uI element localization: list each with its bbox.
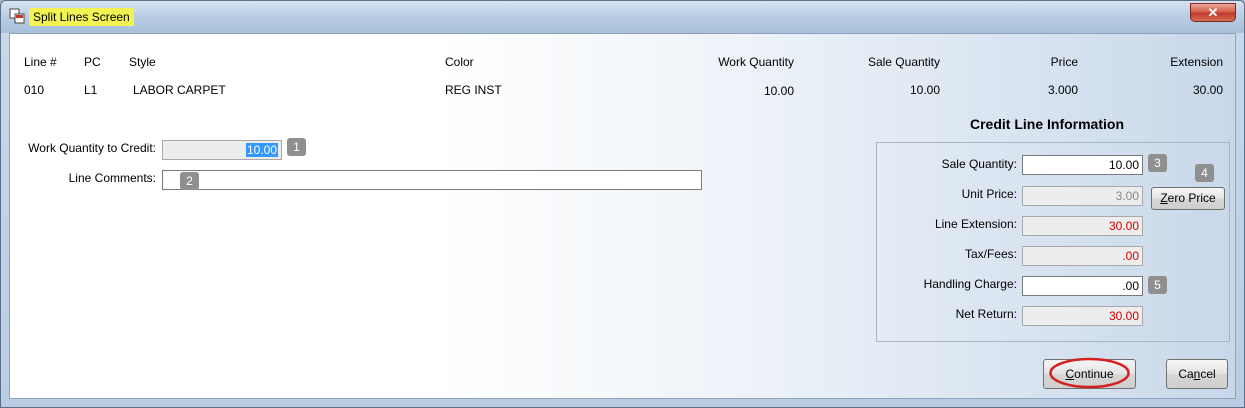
cancel-button[interactable]: Cancel: [1166, 359, 1228, 389]
sale-quantity-badge: 3: [1148, 154, 1167, 172]
header-pc: PC: [84, 55, 101, 69]
line-extension-field: 30.00: [1022, 216, 1143, 236]
header-extension: Extension: [1170, 55, 1223, 69]
row-sale-quantity: 10.00: [909, 83, 940, 97]
line-comments-badge: 2: [180, 172, 199, 190]
net-return-field: 30.00: [1022, 306, 1143, 326]
row-extension: 30.00: [1192, 83, 1223, 97]
title-bar: Split Lines Screen ✕: [1, 1, 1244, 33]
unit-price-field: 3.00: [1022, 186, 1143, 206]
sale-quantity-label: Sale Quantity:: [941, 157, 1017, 171]
zero-price-badge: 4: [1195, 164, 1214, 182]
row-work-quantity: 10.00: [763, 84, 794, 98]
zero-price-mnemonic: Z: [1160, 191, 1168, 205]
split-lines-window: Split Lines Screen ✕ Line # PC Style Col…: [0, 0, 1245, 408]
close-button[interactable]: ✕: [1190, 3, 1236, 22]
header-sale-quantity: Sale Quantity: [867, 55, 940, 69]
close-icon: ✕: [1207, 5, 1219, 20]
handling-charge-label: Handling Charge:: [923, 277, 1017, 291]
row-pc: L1: [84, 83, 98, 97]
row-color: REG INST: [445, 83, 502, 97]
header-line: Line #: [24, 55, 57, 69]
line-comments-label: Line Comments:: [68, 171, 156, 185]
row-price: 3.000: [1047, 83, 1078, 97]
row-line: 010: [24, 83, 45, 97]
cancel-label-end: cel: [1200, 367, 1216, 381]
zero-price-label: ero Price: [1167, 191, 1216, 205]
line-extension-label: Line Extension:: [934, 217, 1017, 231]
header-style: Style: [129, 55, 156, 69]
tax-fees-label: Tax/Fees:: [964, 247, 1017, 261]
row-style: LABOR CARPET: [133, 83, 226, 97]
unit-price-label: Unit Price:: [961, 187, 1017, 201]
app-icon: [9, 8, 25, 24]
work-quantity-badge: 1: [287, 138, 306, 156]
zero-price-button[interactable]: Zero Price: [1151, 187, 1225, 210]
credit-info-title: Credit Line Information: [970, 116, 1124, 132]
handling-charge-input[interactable]: .00: [1022, 276, 1143, 296]
continue-highlight-circle: [1049, 357, 1130, 389]
sale-quantity-input[interactable]: 10.00: [1022, 155, 1143, 175]
window-title: Split Lines Screen: [29, 8, 134, 26]
work-quantity-value: 10.00: [245, 143, 278, 157]
cancel-label-start: Ca: [1178, 367, 1194, 381]
tax-fees-field: .00: [1022, 246, 1143, 266]
handling-charge-badge: 5: [1148, 276, 1167, 294]
line-comments-input[interactable]: [162, 170, 702, 190]
header-color: Color: [445, 55, 474, 69]
work-quantity-input[interactable]: 10.00: [162, 140, 282, 160]
header-price: Price: [1050, 55, 1078, 69]
client-area: Line # PC Style Color Work Quantity Sale…: [9, 33, 1236, 399]
header-work-quantity: Work Quantity: [718, 55, 794, 69]
work-quantity-label: Work Quantity to Credit:: [28, 141, 156, 155]
net-return-label: Net Return:: [955, 307, 1017, 321]
